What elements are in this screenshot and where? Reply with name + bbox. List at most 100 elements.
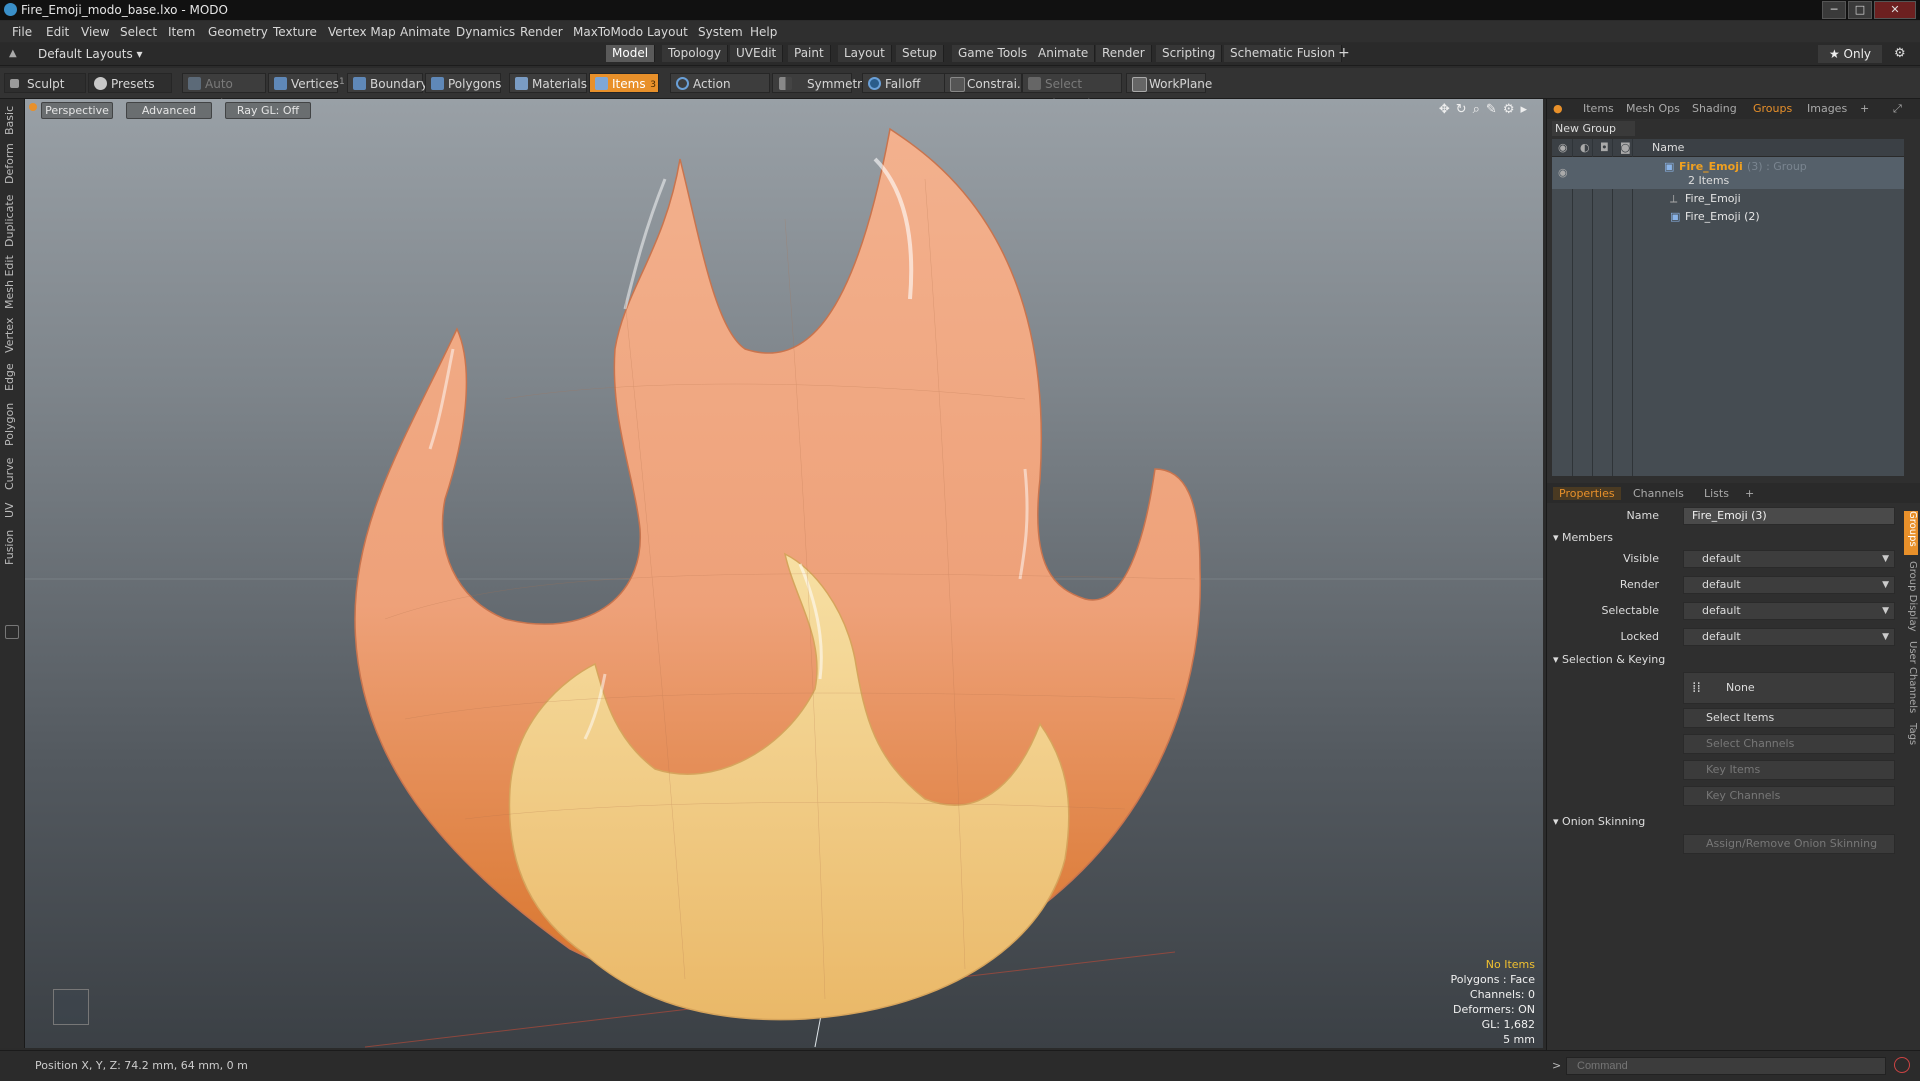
locked-dropdown[interactable]: default ▼ [1683, 628, 1895, 646]
menu-layout[interactable]: Layout [647, 25, 688, 39]
tab-schematic-fusion[interactable]: Schematic Fusion [1224, 45, 1343, 62]
onion-skinning-section[interactable]: ▾ Onion Skinning [1553, 815, 1645, 828]
visible-dropdown[interactable]: default ▼ [1683, 550, 1895, 568]
constraints-button[interactable]: Constrai... [944, 73, 1028, 93]
advanced-button[interactable]: Advanced [126, 102, 212, 119]
add-layout-button[interactable]: + [1332, 45, 1356, 62]
layout-selector[interactable]: Default Layouts ▾ [38, 47, 143, 61]
side-tab-groups[interactable]: Groups [1904, 511, 1918, 555]
tab-fusion[interactable]: Fusion [3, 527, 21, 567]
tab-shading[interactable]: Shading [1692, 102, 1737, 115]
select-items-button[interactable]: Select Items [1683, 708, 1895, 728]
render-dropdown[interactable]: default ▼ [1683, 576, 1895, 594]
symmetry-button[interactable]: Symmetry [772, 73, 869, 93]
menu-system[interactable]: System [698, 25, 743, 39]
members-section[interactable]: ▾ Members [1553, 531, 1613, 544]
render-column-icon[interactable]: ◐ [1580, 141, 1590, 154]
selectable-dropdown[interactable]: default ▼ [1683, 602, 1895, 620]
falloff-button[interactable]: Falloff [862, 73, 946, 93]
menu-item[interactable]: Item [168, 25, 195, 39]
tab-mesh-ops[interactable]: Mesh Ops [1626, 102, 1680, 115]
tab-uvedit[interactable]: UVEdit [730, 45, 784, 62]
tab-animate[interactable]: Animate [1032, 45, 1096, 62]
selection-keying-section[interactable]: ▾ Selection & Keying [1553, 653, 1665, 666]
materials-button[interactable]: Materials [509, 73, 587, 93]
pan-icon[interactable]: ✥ [1439, 102, 1450, 117]
gear-icon[interactable]: ⚙ [1503, 102, 1515, 117]
add-tab-button[interactable]: + [1860, 102, 1869, 115]
key-channels-button[interactable]: Key Channels [1683, 786, 1895, 806]
tab-model[interactable]: Model [606, 45, 656, 62]
raygl-button[interactable]: Ray GL: Off [225, 102, 311, 119]
select-through-button[interactable]: Select Through [1022, 73, 1122, 111]
tab-groups[interactable]: Groups [1753, 102, 1792, 115]
zoom-icon[interactable]: ⌕ [1473, 102, 1480, 117]
side-tab-group-display[interactable]: Group Display [1904, 561, 1918, 633]
tab-mesh-edit[interactable]: Mesh Edit [3, 255, 21, 309]
menu-edit[interactable]: Edit [46, 25, 69, 39]
menu-texture[interactable]: Texture [273, 25, 317, 39]
menu-file[interactable]: File [12, 25, 32, 39]
select-column-icon[interactable]: ◙ [1620, 141, 1631, 154]
sculpt-button[interactable]: Sculpt [4, 73, 86, 93]
eye-icon[interactable]: ◉ [1558, 166, 1568, 179]
minimize-button[interactable]: ─ [1822, 1, 1846, 19]
select-channels-button[interactable]: Select Channels [1683, 734, 1895, 754]
tab-layout[interactable]: Layout [838, 45, 892, 62]
perspective-button[interactable]: Perspective [41, 102, 113, 119]
add-tab-button[interactable]: + [1745, 487, 1754, 500]
assign-onion-button[interactable]: Assign/Remove Onion Skinning [1683, 834, 1895, 854]
vertices-button[interactable]: Vertices [268, 73, 339, 93]
menu-select[interactable]: Select [120, 25, 157, 39]
expand-icon[interactable]: ▸ [1520, 102, 1527, 117]
collapse-icon[interactable]: ▲ [9, 48, 19, 59]
new-group-button[interactable]: New Group [1552, 121, 1635, 136]
menu-vertex-map[interactable]: Vertex Map [328, 25, 396, 39]
edit-icon[interactable]: ✎ [1486, 102, 1497, 117]
tab-deform[interactable]: Deform [3, 143, 21, 185]
menu-render[interactable]: Render [520, 25, 563, 39]
3d-viewport[interactable]: Perspective Advanced Ray GL: Off ✥ ↻ ⌕ ✎… [25, 99, 1543, 1048]
tab-basic[interactable]: Basic [3, 103, 21, 137]
tab-edge[interactable]: Edge [3, 361, 21, 393]
tab-images[interactable]: Images [1807, 102, 1847, 115]
only-button[interactable]: ★ Only [1818, 45, 1882, 63]
tab-curve[interactable]: Curve [3, 455, 21, 493]
group-row-fire-emoji[interactable]: ◉ ▣ Fire_Emoji (3) : Group 2 Items [1552, 157, 1904, 189]
visibility-column-icon[interactable]: ◉ [1558, 141, 1568, 154]
boundary-button[interactable]: Boundary [347, 73, 428, 93]
tab-uv[interactable]: UV [3, 499, 21, 521]
stop-icon[interactable] [1894, 1057, 1910, 1073]
side-tab-user-channels[interactable]: User Channels [1904, 641, 1918, 715]
menu-view[interactable]: View [81, 25, 109, 39]
panel-dot-icon[interactable]: ● [1553, 102, 1563, 115]
tab-vertex[interactable]: Vertex [3, 315, 21, 355]
tab-setup[interactable]: Setup [896, 45, 944, 62]
key-items-button[interactable]: Key Items [1683, 760, 1895, 780]
tab-game-tools[interactable]: Game Tools [952, 45, 1035, 62]
name-column-header[interactable]: Name [1652, 141, 1684, 154]
maximize-button[interactable]: □ [1848, 1, 1872, 19]
tab-paint[interactable]: Paint [788, 45, 831, 62]
items-button[interactable]: Items 3 [589, 73, 659, 93]
presets-button[interactable]: Presets [88, 73, 172, 93]
tab-channels[interactable]: Channels [1633, 487, 1684, 500]
tab-lists[interactable]: Lists [1704, 487, 1729, 500]
command-input[interactable] [1566, 1057, 1886, 1075]
viewport-dot-icon[interactable] [29, 103, 37, 111]
side-tab-tags[interactable]: Tags [1904, 723, 1918, 751]
menu-maxtomodo[interactable]: MaxToModo [573, 25, 643, 39]
list-item[interactable]: ▣ Fire_Emoji (2) [1552, 208, 1904, 225]
rotate-icon[interactable]: ↻ [1456, 102, 1467, 117]
tab-scripting[interactable]: Scripting [1156, 45, 1223, 62]
workplane-button[interactable]: WorkPlane [1126, 73, 1212, 93]
close-button[interactable]: ✕ [1874, 1, 1916, 19]
name-field[interactable]: Fire_Emoji (3) [1683, 507, 1895, 525]
tab-properties[interactable]: Properties [1553, 487, 1621, 500]
menu-animate[interactable]: Animate [400, 25, 450, 39]
gear-icon[interactable]: ⚙ [1894, 46, 1906, 61]
strip-toggle-button[interactable] [5, 625, 19, 639]
tab-items[interactable]: Items [1583, 102, 1614, 115]
menu-dynamics[interactable]: Dynamics [456, 25, 515, 39]
tab-topology[interactable]: Topology [662, 45, 728, 62]
